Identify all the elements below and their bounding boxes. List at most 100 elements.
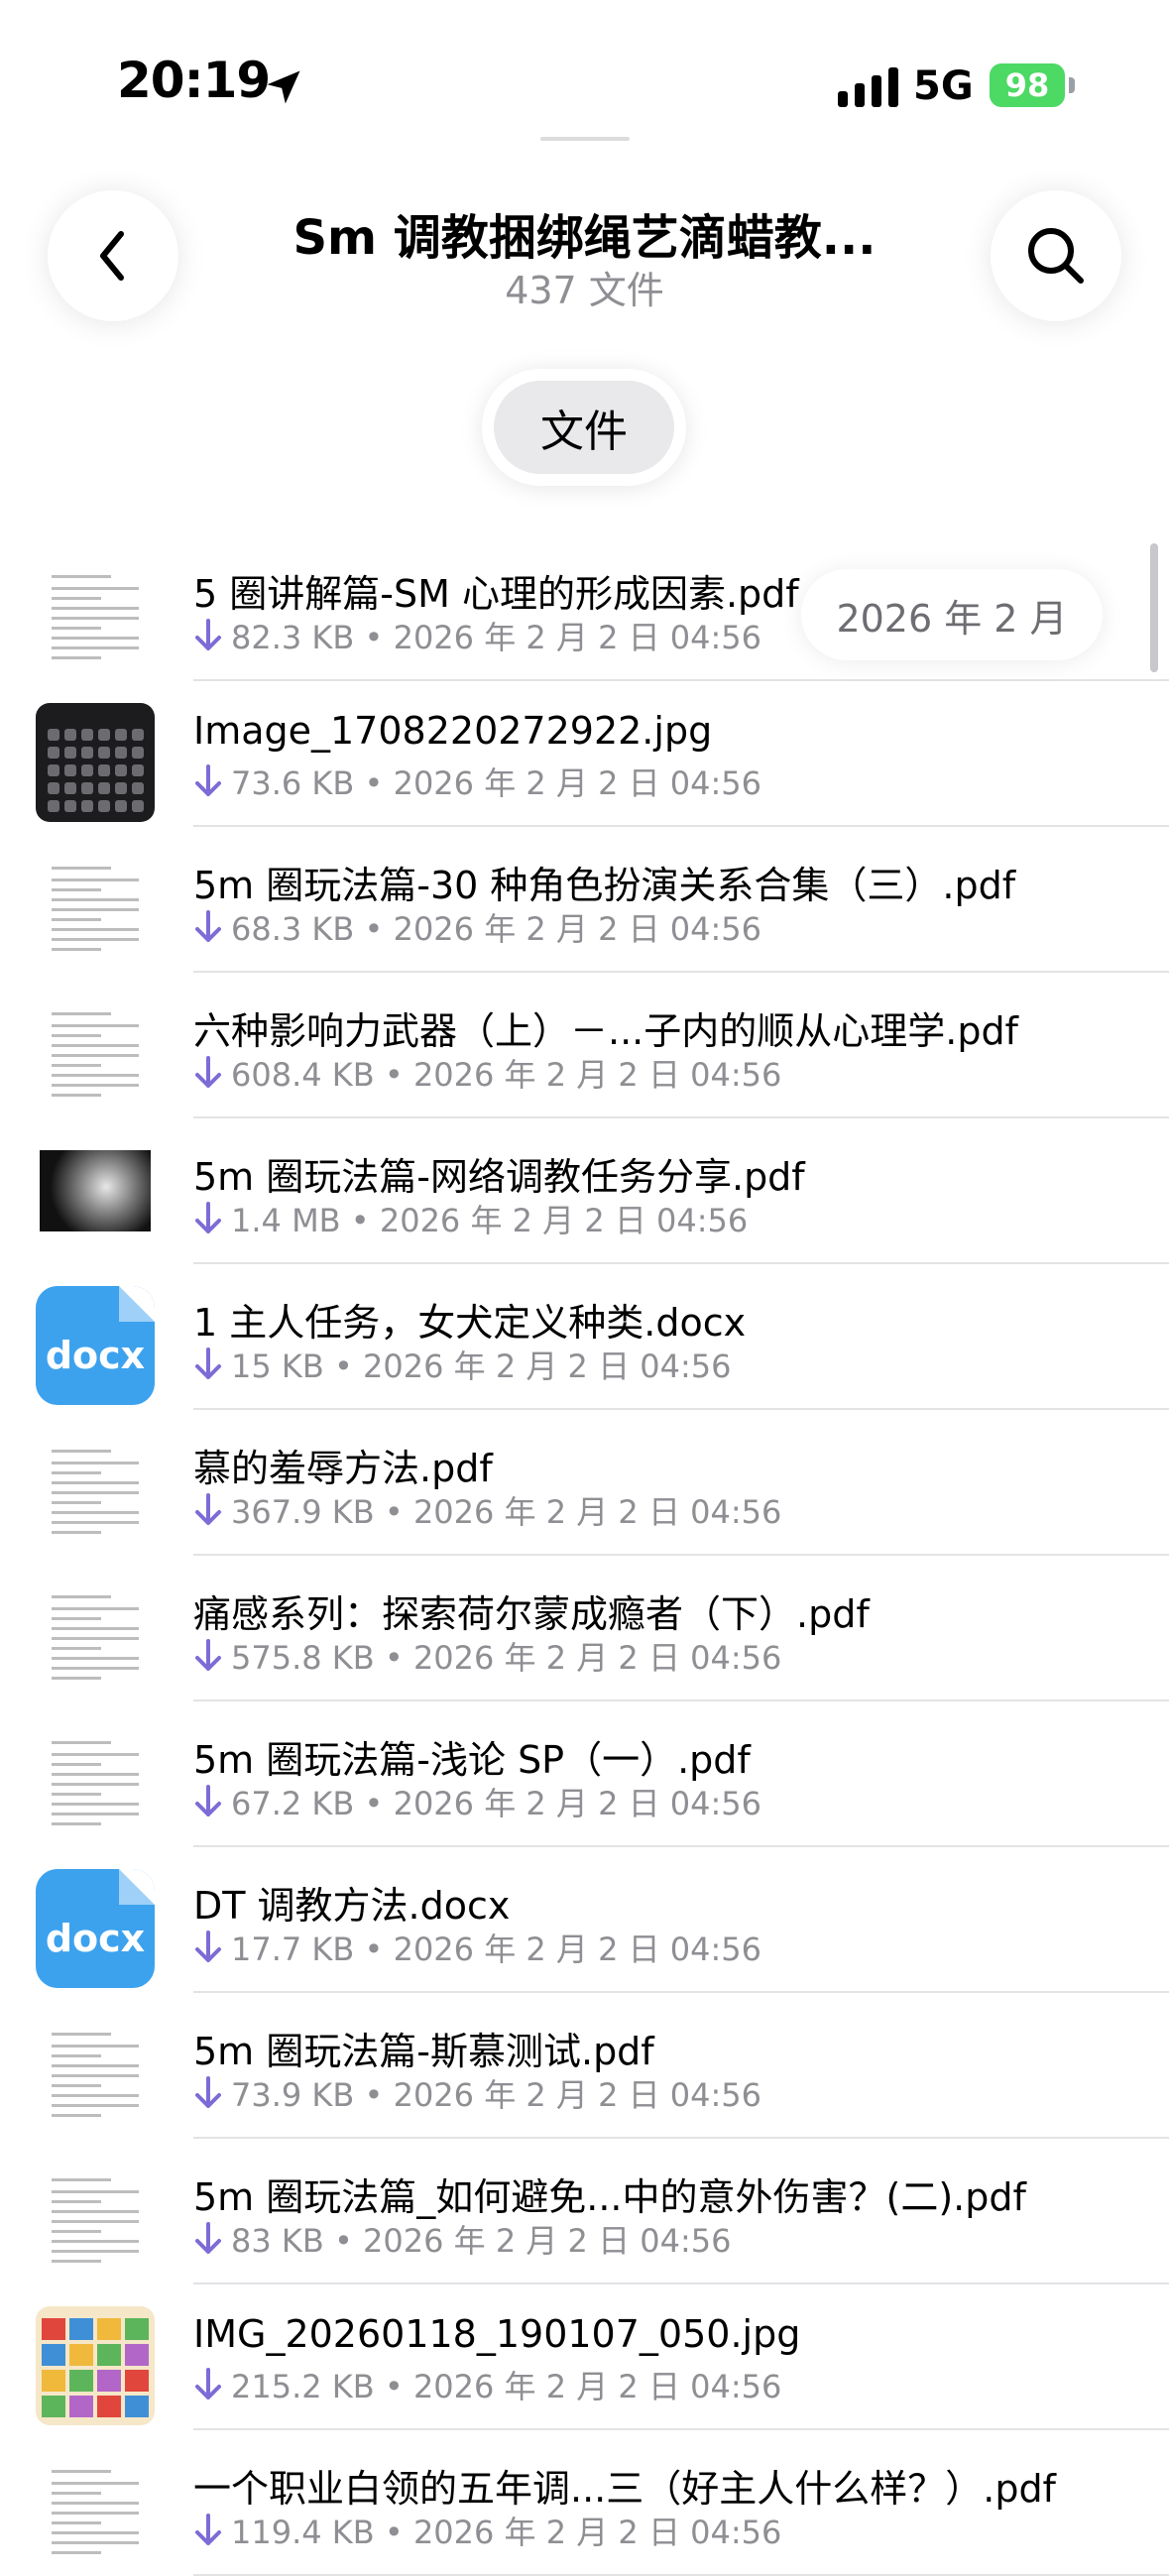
file-meta: 68.3 KB • 2026 年 2 月 2 日 04:56 [231,910,761,948]
file-meta-row: 83 KB • 2026 年 2 月 2 日 04:56 [193,2216,731,2262]
file-thumbnail [36,995,155,1113]
file-name: 5m 圈玩法篇_如何避免...中的意外伤害？(二).pdf [193,2175,1026,2219]
file-thumbnail [36,557,155,676]
file-name: 慕的羞辱方法.pdf [193,1447,493,1490]
arrow-down-icon [195,1347,221,1379]
arrow-down-icon [195,1785,221,1816]
file-meta-row: 17.7 KB • 2026 年 2 月 2 日 04:56 [193,1925,761,1970]
arrow-down-icon [195,1202,221,1233]
file-meta: 119.4 KB • 2026 年 2 月 2 日 04:56 [231,2514,782,2551]
docx-label: docx [45,1917,146,1960]
back-button[interactable] [48,190,178,321]
file-meta: 83 KB • 2026 年 2 月 2 日 04:56 [231,2222,732,2260]
month-indicator: 2026 年 2 月 [801,569,1103,660]
file-row[interactable]: 5m 圈玩法篇-斯慕测试.pdf 73.9 KB • 2026 年 2 月 2 日… [0,1993,1169,2139]
file-meta-row: 119.4 KB • 2026 年 2 月 2 日 04:56 [193,2508,781,2553]
file-row[interactable]: docx 1 主人任务，女犬定义种类.docx 15 KB • 2026 年 2 月… [0,1264,1169,1410]
file-meta-row: 82.3 KB • 2026 年 2 月 2 日 04:56 [193,613,761,658]
file-name: 5m 圈玩法篇-浅论 SP（一）.pdf [193,1738,751,1782]
file-meta-row: 215.2 KB • 2026 年 2 月 2 日 04:56 [193,2362,781,2407]
file-meta: 1.4 MB • 2026 年 2 月 2 日 04:56 [231,1202,749,1239]
battery-level: 98 [1004,66,1050,104]
location-arrow-icon [267,70,300,104]
file-name: 5m 圈玩法篇-30 种角色扮演关系合集（三）.pdf [193,864,1016,907]
file-name: IMG_20260118_190107_050.jpg [193,2312,801,2356]
file-meta: 608.4 KB • 2026 年 2 月 2 日 04:56 [231,1056,782,1094]
file-thumbnail [36,1432,155,1551]
file-meta-row: 367.9 KB • 2026 年 2 月 2 日 04:56 [193,1487,781,1533]
magnifier-icon [1028,228,1084,284]
file-name: Image_1708220272922.jpg [193,709,713,753]
status-time: 20:19 [117,52,271,109]
file-row[interactable]: 痛感系列：探索荷尔蒙成瘾者（下）.pdf 575.8 KB • 2026 年 2 … [0,1556,1169,1701]
arrow-down-icon [195,1639,221,1671]
file-name: 5m 圈玩法篇-网络调教任务分享.pdf [193,1155,805,1199]
arrow-down-icon [195,764,221,796]
file-meta: 73.9 KB • 2026 年 2 月 2 日 04:56 [231,2076,761,2114]
arrow-down-icon [195,2368,221,2400]
file-thumbnail [36,2161,155,2280]
file-thumbnail [36,703,155,822]
arrow-down-icon [195,619,221,650]
sheet-grabber [540,137,630,141]
file-meta-row: 1.4 MB • 2026 年 2 月 2 日 04:56 [193,1196,748,1241]
page-title: Sm 调教捆绑绳艺滴蜡教... [292,210,877,266]
file-thumbnail [36,2306,155,2425]
network-type: 5G [913,63,974,109]
file-meta-row: 73.9 KB • 2026 年 2 月 2 日 04:56 [193,2070,761,2116]
file-meta-row: 575.8 KB • 2026 年 2 月 2 日 04:56 [193,1633,781,1679]
scrollbar[interactable] [1150,543,1158,672]
file-name: 一个职业白领的五年调...三（好主人什么样？）.pdf [193,2467,1056,2511]
file-name: 5m 圈玩法篇-斯慕测试.pdf [193,2030,654,2073]
file-name: 5 圈讲解篇-SM 心理的形成因素.pdf [193,572,799,616]
arrow-down-icon [195,2514,221,2545]
file-thumbnail [36,1578,155,1697]
file-meta-row: 15 KB • 2026 年 2 月 2 日 04:56 [193,1342,731,1387]
file-thumbnail [36,2452,155,2571]
segment-files[interactable]: 文件 [494,381,674,474]
file-thumbnail [36,1723,155,1842]
file-meta: 15 KB • 2026 年 2 月 2 日 04:56 [231,1347,732,1385]
arrow-down-icon [195,910,221,942]
cellular-signal-icon [838,67,898,107]
battery-cap [1069,77,1075,93]
file-thumbnail [36,2015,155,2134]
file-row[interactable]: 5m 圈玩法篇_如何避免...中的意外伤害？(二).pdf 83 KB • 202… [0,2139,1169,2284]
chevron-left-icon [100,231,124,281]
docx-file-icon: docx [36,1286,155,1405]
segment-control[interactable]: 文件 [482,369,686,486]
file-name: 六种影响力武器（上）－...子内的顺从心理学.pdf [193,1009,1018,1053]
file-row[interactable]: 慕的羞辱方法.pdf 367.9 KB • 2026 年 2 月 2 日 04:5… [0,1410,1169,1556]
file-list: 5 圈讲解篇-SM 心理的形成因素.pdf 82.3 KB • 2026 年 2 … [0,535,1169,2576]
arrow-down-icon [195,1931,221,1962]
file-row[interactable]: 六种影响力武器（上）－...子内的顺从心理学.pdf 608.4 KB • 202… [0,973,1169,1118]
file-row[interactable]: IMG_20260118_190107_050.jpg 215.2 KB • 20… [0,2284,1169,2430]
file-row[interactable]: docx DT 调教方法.docx 17.7 KB • 2026 年 2 月 2 日… [0,1847,1169,1993]
file-thumbnail [36,849,155,968]
file-row[interactable]: 5m 圈玩法篇-浅论 SP（一）.pdf 67.2 KB • 2026 年 2 月… [0,1701,1169,1847]
file-meta: 215.2 KB • 2026 年 2 月 2 日 04:56 [231,2368,782,2405]
file-meta-row: 608.4 KB • 2026 年 2 月 2 日 04:56 [193,1050,781,1096]
file-meta-row: 68.3 KB • 2026 年 2 月 2 日 04:56 [193,904,761,950]
arrow-down-icon [195,2222,221,2254]
file-meta: 575.8 KB • 2026 年 2 月 2 日 04:56 [231,1639,782,1677]
docx-file-icon: docx [36,1869,155,1988]
file-row[interactable]: Image_1708220272922.jpg 73.6 KB • 2026 年 … [0,681,1169,827]
search-button[interactable] [991,190,1121,321]
file-name: 痛感系列：探索荷尔蒙成瘾者（下）.pdf [193,1592,870,1636]
arrow-down-icon [195,2076,221,2108]
battery-indicator: 98 [990,63,1065,107]
docx-label: docx [45,1334,146,1377]
file-meta: 17.7 KB • 2026 年 2 月 2 日 04:56 [231,1931,761,1968]
file-meta: 67.2 KB • 2026 年 2 月 2 日 04:56 [231,1785,761,1822]
file-row[interactable]: 一个职业白领的五年调...三（好主人什么样？）.pdf 119.4 KB • 20… [0,2430,1169,2576]
file-meta: 367.9 KB • 2026 年 2 月 2 日 04:56 [231,1493,782,1531]
file-meta-row: 67.2 KB • 2026 年 2 月 2 日 04:56 [193,1779,761,1824]
arrow-down-icon [195,1493,221,1525]
file-meta-row: 73.6 KB • 2026 年 2 月 2 日 04:56 [193,759,761,804]
file-count: 437 文件 [505,269,664,312]
file-meta: 73.6 KB • 2026 年 2 月 2 日 04:56 [231,764,761,802]
file-row[interactable]: 5m 圈玩法篇-网络调教任务分享.pdf 1.4 MB • 2026 年 2 月 … [0,1118,1169,1264]
file-row[interactable]: 5m 圈玩法篇-30 种角色扮演关系合集（三）.pdf 68.3 KB • 202… [0,827,1169,973]
file-meta: 82.3 KB • 2026 年 2 月 2 日 04:56 [231,619,761,656]
